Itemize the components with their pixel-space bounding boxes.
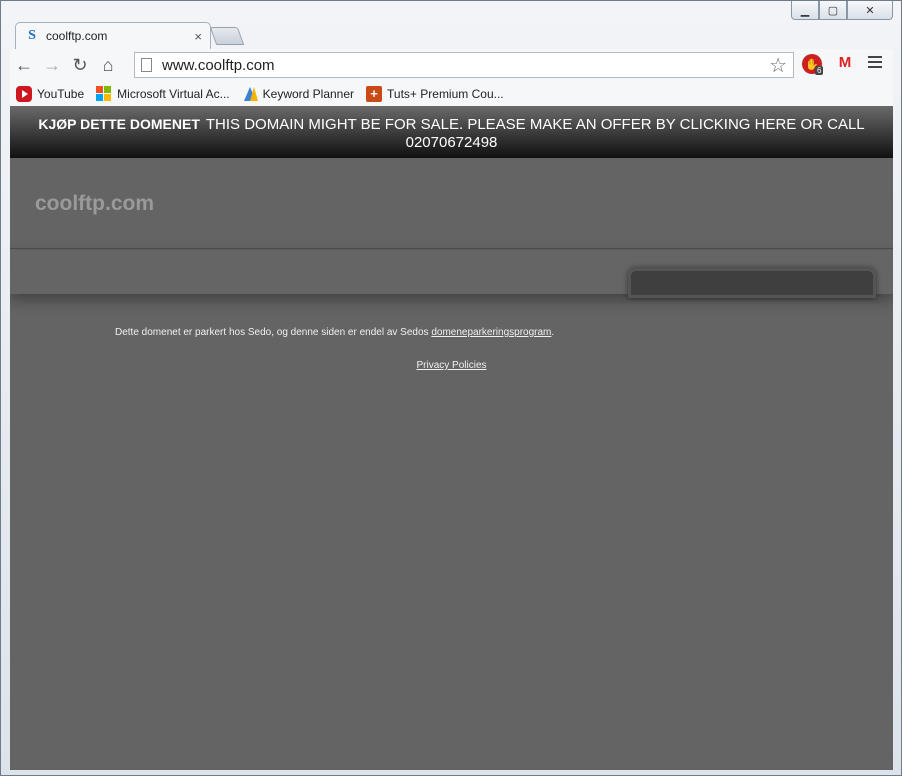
- adblock-badge: 6: [815, 66, 824, 75]
- reload-button[interactable]: ↻: [66, 51, 94, 79]
- browser-window: ▁ ▢ ✕ S coolftp.com × ← → ↻ ⌂ www.coolft…: [0, 0, 902, 776]
- search-box-panel: [628, 268, 876, 298]
- bookmark-label: Microsoft Virtual Ac...: [117, 86, 230, 101]
- domain-sale-banner[interactable]: KJØP DETTE DOMENET THIS DOMAIN MIGHT BE F…: [10, 106, 893, 158]
- address-bar[interactable]: www.coolftp.com ☆: [134, 52, 794, 78]
- address-bar-url[interactable]: www.coolftp.com: [162, 57, 769, 74]
- home-button[interactable]: ⌂: [94, 51, 122, 79]
- tuts-icon: +: [366, 85, 383, 102]
- browser-toolbar: ← → ↻ ⌂ www.coolftp.com ☆ ✋ 6 M: [10, 49, 893, 81]
- tab-coolftp[interactable]: S coolftp.com ×: [15, 22, 211, 49]
- new-tab-button[interactable]: [209, 27, 245, 45]
- bookmark-label: YouTube: [37, 86, 85, 101]
- bookmarks-bar: YouTube Microsoft Virtual Ac... Keyword …: [10, 81, 893, 106]
- bookmark-star-icon[interactable]: ☆: [769, 53, 787, 78]
- parking-notice-end: .: [551, 327, 555, 338]
- site-header: coolftp.com: [10, 158, 893, 249]
- bookmark-microsoft-virtual-academy[interactable]: Microsoft Virtual Ac...: [96, 85, 230, 102]
- page-icon: [141, 58, 152, 72]
- tab-close-icon[interactable]: ×: [194, 29, 202, 44]
- gmail-icon[interactable]: M: [836, 54, 854, 71]
- privacy-section: Privacy Policies: [10, 360, 893, 371]
- maximize-button[interactable]: ▢: [819, 1, 847, 20]
- sedo-favicon-icon: S: [28, 28, 36, 43]
- close-window-button[interactable]: ✕: [847, 1, 893, 20]
- bookmark-tuts-premium[interactable]: + Tuts+ Premium Cou...: [366, 85, 504, 102]
- title-bar: ▁ ▢ ✕ S coolftp.com ×: [1, 1, 901, 49]
- parking-notice-text: Dette domenet er parkert hos Sedo, og de…: [115, 327, 432, 338]
- privacy-policies-link[interactable]: Privacy Policies: [416, 360, 486, 371]
- bookmark-keyword-planner[interactable]: Keyword Planner: [242, 86, 354, 102]
- banner-lead: KJØP DETTE DOMENET: [38, 116, 200, 132]
- bookmark-youtube[interactable]: YouTube: [16, 85, 85, 102]
- page-viewport: KJØP DETTE DOMENET THIS DOMAIN MIGHT BE F…: [10, 106, 893, 770]
- bookmark-label: Keyword Planner: [262, 86, 355, 101]
- back-button[interactable]: ←: [10, 51, 38, 79]
- youtube-icon: [16, 85, 32, 102]
- site-logo[interactable]: coolftp.com: [35, 192, 154, 216]
- parking-notice: Dette domenet er parkert hos Sedo, og de…: [115, 327, 554, 338]
- minimize-button[interactable]: ▁: [791, 1, 819, 20]
- forward-button[interactable]: →: [38, 51, 66, 79]
- bookmark-label: Tuts+ Premium Cou...: [387, 86, 504, 101]
- banner-text: THIS DOMAIN MIGHT BE FOR SALE. PLEASE MA…: [205, 116, 865, 133]
- tab-title: coolftp.com: [46, 29, 108, 43]
- adwords-icon: [242, 86, 258, 102]
- menu-icon[interactable]: [868, 56, 882, 71]
- banner-phone: 02070672498: [405, 134, 498, 151]
- domain-parking-link[interactable]: domeneparkeringsprogram: [431, 327, 551, 338]
- window-controls: ▁ ▢ ✕: [791, 1, 893, 20]
- microsoft-icon: [96, 85, 112, 102]
